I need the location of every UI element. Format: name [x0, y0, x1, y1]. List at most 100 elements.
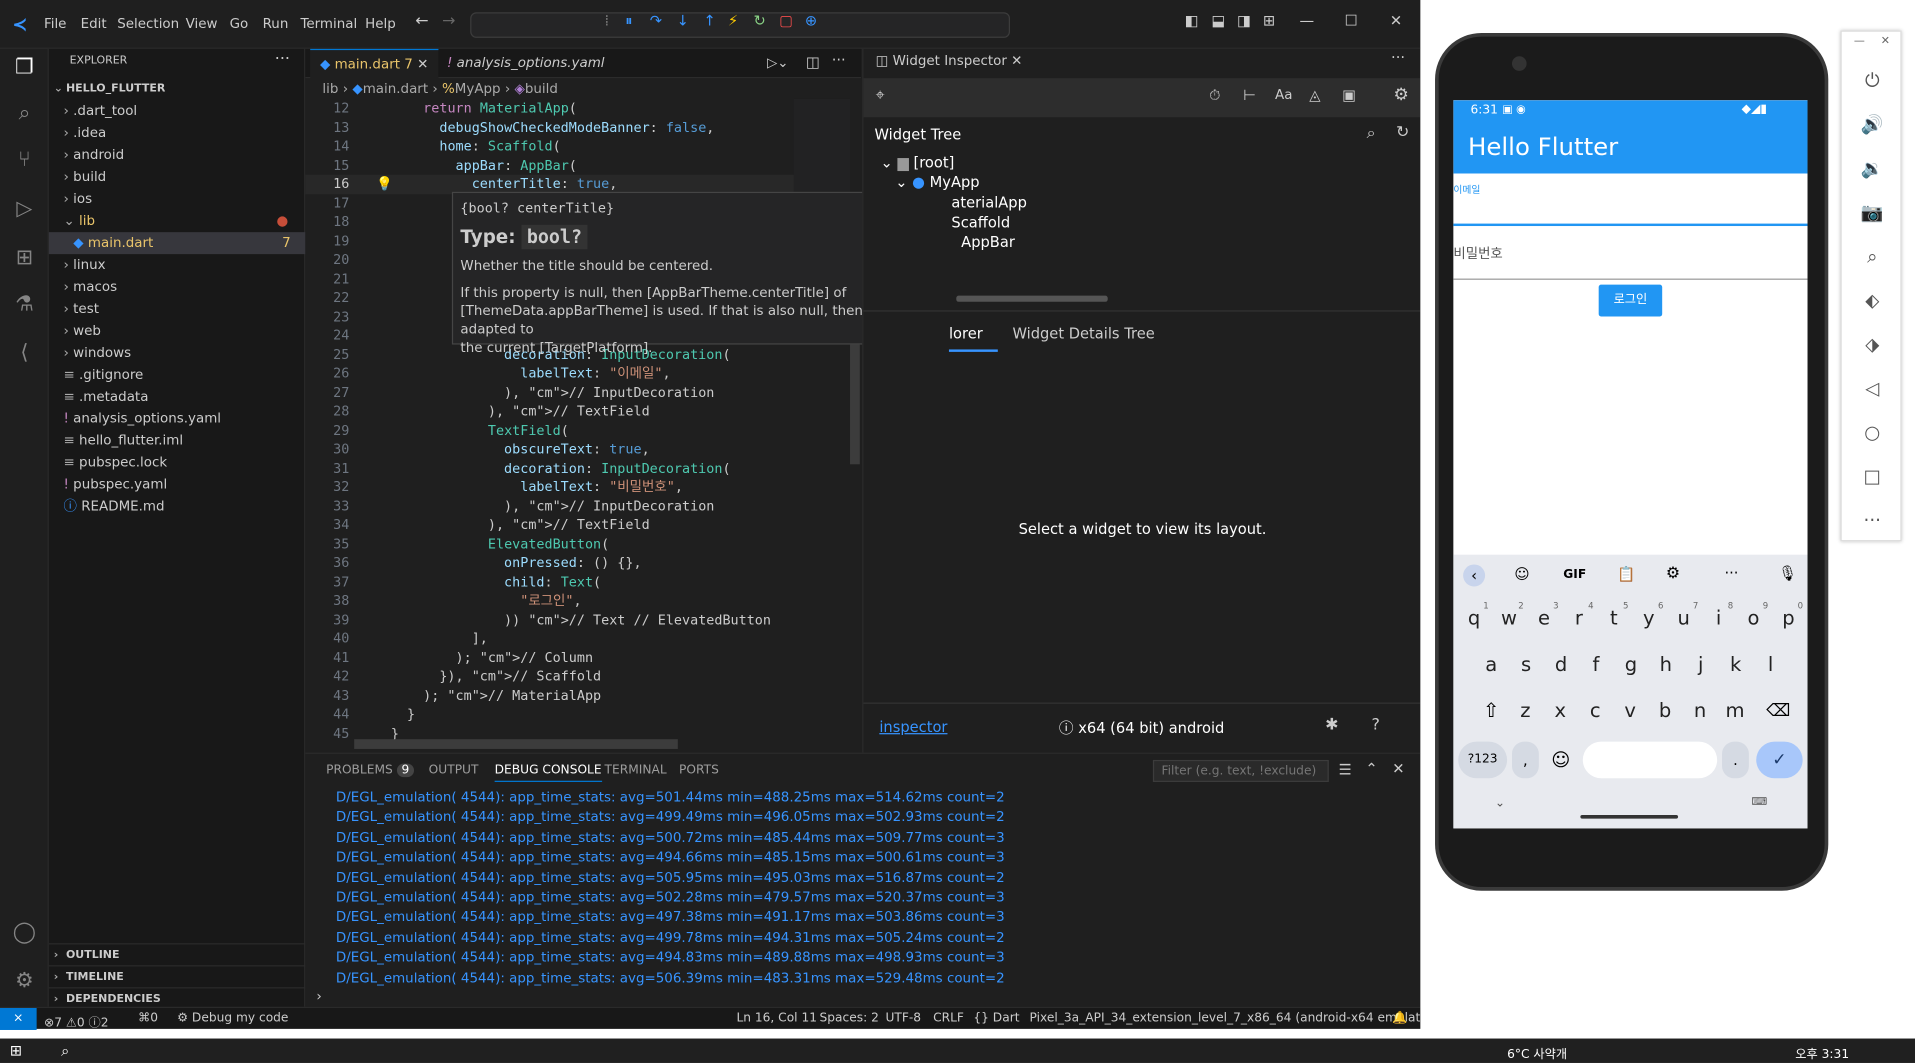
code-line[interactable]: 37 child: Text( [305, 572, 794, 591]
outline-section[interactable]: › OUTLINE [48, 943, 306, 965]
tree-item[interactable]: › linux [49, 254, 305, 276]
inspector-link[interactable]: inspector [879, 718, 947, 735]
toggle-panel-icon[interactable]: ⬓ [1212, 12, 1226, 29]
clock[interactable]: 오후 3:31 [1795, 1043, 1849, 1061]
code-line[interactable]: 41 ); "cm">// Column [305, 648, 794, 667]
key-b[interactable]: b [1649, 690, 1681, 732]
tab-ports[interactable]: PORTS [679, 764, 719, 777]
home-gesture-bar[interactable] [1580, 814, 1679, 819]
hot-reload-icon[interactable]: ⚡ [728, 12, 738, 29]
tree-item[interactable]: ! analysis_options.yaml [49, 408, 305, 430]
code-line[interactable]: 38 "로그인", [305, 591, 794, 610]
tree-item[interactable]: ⓘ README.md [49, 496, 305, 518]
tab-terminal[interactable]: TERMINAL [605, 764, 667, 777]
search-icon[interactable]: ⌕ [1367, 125, 1376, 143]
tree-item[interactable]: › .dart_tool [49, 100, 305, 122]
inspect-icon[interactable]: ⊕ [805, 12, 817, 29]
flutter-icon[interactable]: ⟨ [11, 340, 38, 367]
tab-problems[interactable]: PROBLEMS 9 [326, 763, 415, 778]
power-icon[interactable]: ⏻ [1858, 66, 1887, 95]
backspace-key[interactable]: ⌫ [1762, 690, 1794, 732]
pause-icon[interactable]: ⏸ [625, 12, 632, 30]
tree-item[interactable]: › macos [49, 276, 305, 298]
testing-icon[interactable]: ⚗ [11, 291, 38, 318]
layout-icon[interactable]: ⊞ [1263, 12, 1275, 29]
key-x[interactable]: x [1544, 690, 1576, 732]
help-icon[interactable]: ? [1372, 716, 1380, 734]
close-panel-icon[interactable]: ✕ [1392, 760, 1404, 777]
key-m[interactable]: m [1719, 690, 1751, 732]
code-line[interactable]: 42 }), "cm">// Scaffold [305, 667, 794, 686]
volume-down-icon[interactable]: 🔉 [1858, 154, 1887, 183]
rotate-right-icon[interactable]: ⬗ [1858, 330, 1887, 359]
code-line[interactable]: 35 ElevatedButton( [305, 535, 794, 554]
tree-item[interactable]: › windows [49, 342, 305, 364]
tree-item[interactable]: ⌄ lib ● [49, 210, 305, 232]
repaint-icon[interactable]: ◬ [1309, 87, 1320, 104]
console-prompt-icon[interactable]: › [316, 988, 321, 1004]
step-out-icon[interactable]: ↑ [703, 12, 715, 29]
overview-icon[interactable]: □ [1858, 462, 1887, 491]
symbols-key[interactable]: ?123 [1458, 741, 1508, 779]
back-icon[interactable]: ◁ [1858, 374, 1887, 403]
weather-widget[interactable]: 6°C 사약개 [1507, 1043, 1567, 1061]
menu-go[interactable]: Go [230, 16, 249, 32]
code-line[interactable]: 26 labelText: "이메일", [305, 364, 794, 383]
oversized-images-icon[interactable]: ▣ [1342, 87, 1356, 104]
key-a[interactable]: a [1475, 644, 1507, 686]
close-tab-icon[interactable]: ✕ [417, 56, 428, 72]
tab-output[interactable]: OUTPUT [429, 764, 479, 777]
code-line[interactable]: 14 home: Scaffold( [305, 137, 794, 156]
key-g[interactable]: g [1615, 644, 1647, 686]
emu-close-icon[interactable]: ✕ [1881, 35, 1890, 47]
restart-icon[interactable]: ↻ [754, 12, 766, 29]
search-icon[interactable]: ⌕ [11, 100, 38, 127]
password-field[interactable] [1453, 278, 1808, 280]
code-line[interactable]: 44 } [305, 705, 794, 724]
tree-node-materialapp[interactable]: aterialApp [951, 194, 1027, 211]
panel-more-icon[interactable]: ··· [1391, 49, 1405, 66]
filter-input[interactable] [1152, 759, 1329, 782]
comma-key[interactable]: , [1511, 741, 1539, 779]
code-line[interactable]: 13 debugShowCheckedModeBanner: false, [305, 118, 794, 137]
code-line[interactable]: 33 ), "cm">// InputDecoration [305, 497, 794, 516]
guidelines-icon[interactable]: ⊢ [1243, 87, 1256, 104]
maximize-panel-icon[interactable]: ⌃ [1365, 760, 1377, 777]
refresh-icon[interactable]: ↻ [1396, 123, 1409, 141]
toggle-sidebar-icon[interactable]: ◧ [1185, 12, 1199, 29]
more-icon[interactable]: ··· [1724, 564, 1738, 581]
key-t[interactable]: t5 [1598, 597, 1630, 639]
emoji-sticker-icon[interactable]: ☺ [1514, 566, 1529, 583]
forward-arrow-icon[interactable]: → [442, 12, 455, 30]
breadcrumb-method[interactable]: build [525, 81, 558, 97]
phone-screen[interactable]: 6:31 ▣ ◉ ◆◢▮ Hello Flutter 이메일 비밀번호 로그인 … [1453, 100, 1808, 829]
breadcrumb-file[interactable]: main.dart [363, 81, 428, 97]
code-line[interactable]: 31 decoration: InputDecoration( [305, 459, 794, 478]
clear-console-icon[interactable]: ☰ [1339, 761, 1352, 778]
key-s[interactable]: s [1510, 644, 1542, 686]
tab-widget-details-tree[interactable]: Widget Details Tree [1012, 325, 1154, 342]
horizontal-scrollbar[interactable] [354, 739, 678, 749]
project-root[interactable]: ⌄ HELLO_FLUTTER [49, 78, 305, 100]
code-line[interactable]: 29 TextField( [305, 421, 794, 440]
tree-item[interactable]: › ios [49, 188, 305, 210]
shift-key[interactable]: ⇧ [1475, 690, 1507, 732]
key-f[interactable]: f [1580, 644, 1612, 686]
cursor-position[interactable]: Ln 16, Col 11 [736, 1012, 817, 1025]
enter-key[interactable]: ✓ [1756, 741, 1803, 779]
tree-node-myapp[interactable]: ⌄ ● MyApp [895, 173, 979, 190]
run-debug-icon[interactable]: ▷ [11, 195, 38, 222]
tree-item[interactable]: › build [49, 166, 305, 188]
debug-status[interactable]: ⚙ Debug my code [177, 1012, 288, 1025]
code-line[interactable]: 30 obscureText: true, [305, 440, 794, 459]
email-field[interactable] [1453, 223, 1808, 227]
tree-item[interactable]: › android [49, 144, 305, 166]
keyboard-settings-icon[interactable]: ⚙ [1666, 564, 1680, 582]
tree-item[interactable]: ! pubspec.yaml [49, 474, 305, 496]
tab-debug-console[interactable]: DEBUG CONSOLE [494, 764, 602, 782]
timeline-section[interactable]: › TIMELINE [48, 965, 306, 987]
code-line[interactable]: 32 labelText: "비밀번호", [305, 478, 794, 497]
volume-up-icon[interactable]: 🔊 [1858, 110, 1887, 139]
keyboard-back-icon[interactable]: ‹ [1463, 564, 1486, 587]
period-key[interactable]: . [1722, 741, 1749, 779]
